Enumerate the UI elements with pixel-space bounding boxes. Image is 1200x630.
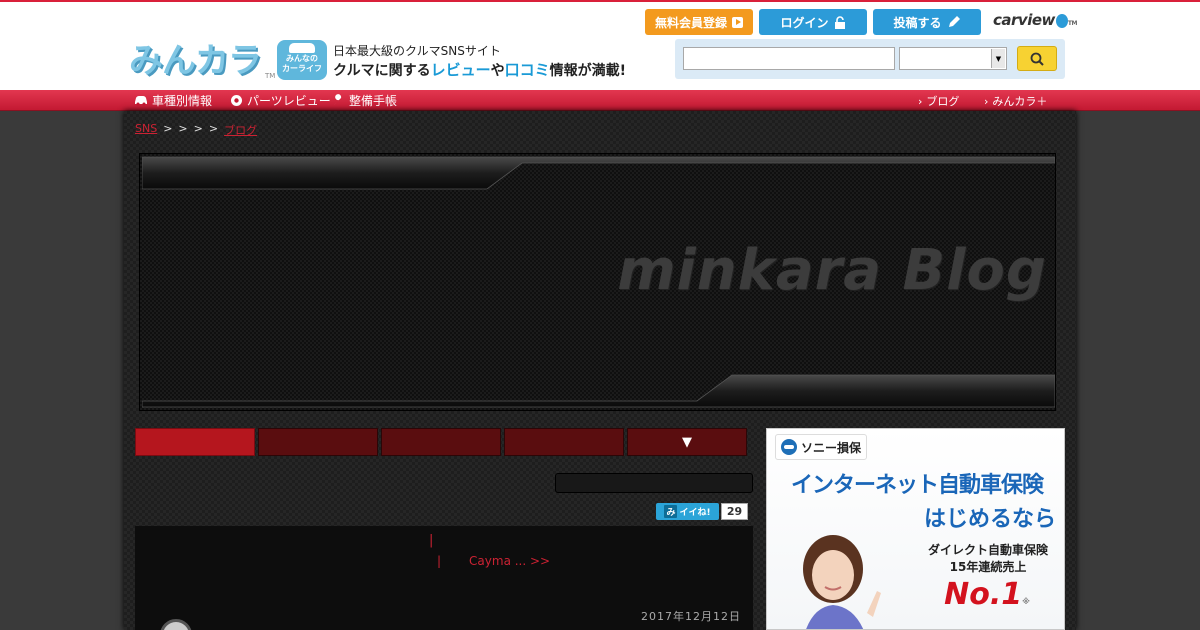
blog-entry: | | Cayma ... >> 2017年12月12日 xyxy=(135,526,753,630)
register-label: 無料会員登録 xyxy=(654,15,727,30)
entry-separator: | xyxy=(429,533,434,548)
chevron-right-icon: › xyxy=(918,94,923,108)
tagline-secondary: クルマに関するレビューや口コミ情報が満載! xyxy=(333,59,626,80)
ad-brand: ソニー損保 xyxy=(775,434,867,460)
nav-label: ブログ xyxy=(926,95,960,108)
chevron-down-icon: ▼ xyxy=(682,434,692,450)
post-button[interactable]: 投稿する xyxy=(873,9,981,35)
advertisement-banner[interactable]: ソニー損保 インターネット自動車保険 はじめるなら ダイレクト自動車保険 15年… xyxy=(766,428,1065,630)
nav-label: 車種別情報 xyxy=(152,94,213,108)
category-select[interactable]: ▼ xyxy=(899,47,1007,70)
register-button[interactable]: 無料会員登録 xyxy=(645,9,753,35)
tab-2[interactable] xyxy=(258,428,378,456)
banner-bottom-decoration xyxy=(142,374,1055,408)
ad-sub-line1: ダイレクト自動車保険 xyxy=(927,543,1048,557)
carview-tm: TM xyxy=(1067,20,1078,27)
sony-sonpo-logo-icon xyxy=(781,439,797,455)
breadcrumb: SNS > > > > ブログ xyxy=(135,122,257,138)
blog-tabs: ▼ xyxy=(135,428,747,456)
nav-item-maintenance[interactable]: 整備手帳 xyxy=(332,92,397,109)
post-label: 投稿する xyxy=(893,15,942,30)
entry-nav-next[interactable]: Cayma ... >> xyxy=(469,554,550,568)
global-nav: 車種別情報 パーツレビュー 整備手帳 › ブログ › みんカラ＋ xyxy=(0,90,1200,111)
ad-sub-line2: 15年連続売上 xyxy=(949,560,1027,574)
tab-1[interactable] xyxy=(135,428,255,456)
nav-label: みんカラ＋ xyxy=(992,95,1048,108)
nav-item-car-info[interactable]: 車種別情報 xyxy=(134,92,212,109)
nav-label: パーツレビュー xyxy=(247,94,331,108)
ad-subheadline: はじめるなら xyxy=(923,507,1056,532)
breadcrumb-sep: > xyxy=(178,122,188,135)
like-button[interactable]: み イイね! xyxy=(656,503,719,520)
blog-banner: minkara Blog xyxy=(139,153,1056,411)
chevron-down-icon[interactable]: ▼ xyxy=(991,49,1005,68)
search-panel: ▼ xyxy=(675,39,1065,79)
car-icon xyxy=(289,43,315,53)
badge-top-text: みんなの xyxy=(286,54,318,63)
like-widget: み イイね! 29 xyxy=(656,503,748,520)
tab-3[interactable] xyxy=(381,428,501,456)
tagline-mid: や xyxy=(490,63,505,79)
search-button[interactable] xyxy=(1017,46,1057,71)
tagline-review: レビュー xyxy=(430,61,491,79)
ad-model-image xyxy=(803,535,881,629)
carview-mark-icon xyxy=(1055,13,1068,28)
tagline-pre: クルマに関する xyxy=(333,63,431,79)
tagline-kuchikomi: 口コミ xyxy=(504,61,550,79)
banner-top-decoration xyxy=(142,156,1055,190)
search-icon xyxy=(1030,52,1044,66)
badge-bottom-text: カーライフ xyxy=(282,64,322,73)
like-label: イイね! xyxy=(679,508,711,518)
avatar[interactable] xyxy=(160,619,192,630)
nav-item-parts-review[interactable]: パーツレビュー xyxy=(230,92,331,109)
entry-nav-prev[interactable]: | xyxy=(437,554,441,568)
chevron-right-icon: › xyxy=(984,94,989,108)
logo-text: みんカラ xyxy=(129,41,262,81)
info-bar xyxy=(555,473,753,493)
breadcrumb-sep: > xyxy=(163,122,173,135)
login-button[interactable]: ログイン xyxy=(759,9,867,35)
logo-tm: TM xyxy=(265,72,276,80)
tab-4[interactable] xyxy=(504,428,624,456)
tagline-post: 情報が満載! xyxy=(549,63,627,79)
tagline-primary: 日本最大級のクルマSNSサイト xyxy=(333,44,501,58)
breadcrumb-link-blog[interactable]: ブログ xyxy=(224,122,257,138)
nav-item-blog[interactable]: › ブログ xyxy=(918,93,959,109)
lock-icon xyxy=(834,15,845,29)
carview-logo[interactable]: carview TM xyxy=(993,11,1077,29)
minkara-mark-icon: み xyxy=(664,505,678,518)
ad-note: ※ xyxy=(1022,597,1030,606)
ad-no1-text: No.1 xyxy=(944,577,1023,612)
ad-subtext: ダイレクト自動車保険 15年連続売上 xyxy=(913,542,1063,576)
breadcrumb-sep: > xyxy=(193,122,203,135)
gear-icon xyxy=(231,95,242,106)
carview-text: carview xyxy=(993,11,1055,29)
ad-brand-text: ソニー損保 xyxy=(801,440,862,455)
play-icon xyxy=(732,16,743,28)
minkara-logo[interactable]: みんカラ TM xyxy=(129,40,275,82)
ad-no1: No.1※ xyxy=(927,577,1047,612)
ad-headline: インターネット自動車保険 xyxy=(790,473,1044,498)
nav-label: 整備手帳 xyxy=(349,94,398,108)
car-icon xyxy=(135,96,147,106)
nav-item-minkara-plus[interactable]: › みんカラ＋ xyxy=(984,93,1047,109)
like-count: 29 xyxy=(721,503,748,520)
login-label: ログイン xyxy=(780,15,829,30)
breadcrumb-sep: > xyxy=(208,122,219,135)
carlife-badge: みんなの カーライフ xyxy=(277,40,327,80)
entry-date: 2017年12月12日 xyxy=(641,610,741,623)
search-input[interactable] xyxy=(683,47,895,70)
banner-title: minkara Blog xyxy=(617,238,1047,303)
wrench-icon xyxy=(334,94,342,105)
entry-nav: | Cayma ... >> xyxy=(437,554,550,568)
tab-more[interactable]: ▼ xyxy=(627,428,747,456)
breadcrumb-link-sns[interactable]: SNS xyxy=(135,122,157,138)
site-header: みんカラ TM みんなの カーライフ 日本最大級のクルマSNSサイト クルマに関… xyxy=(0,0,1200,90)
pencil-icon xyxy=(948,16,960,27)
